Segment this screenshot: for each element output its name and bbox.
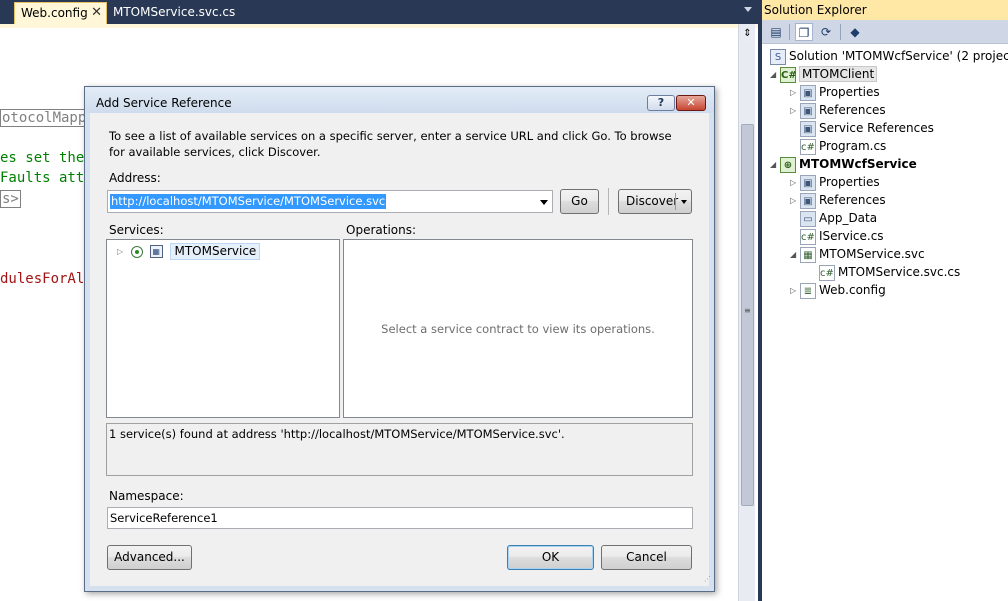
code-line: dulesForAl: [0, 271, 85, 287]
service-name: MTOMService: [170, 243, 261, 260]
grip-icon: ≡: [744, 306, 751, 315]
svc-file-icon: ▦: [800, 246, 816, 263]
tab-label: Web.config: [21, 6, 88, 20]
add-service-reference-dialog: Add Service Reference ? ✕ To see a list …: [84, 86, 715, 592]
expand-arrow-icon[interactable]: ▷: [790, 84, 800, 102]
toolbar-separator: [840, 24, 841, 40]
tree-item-program-cs[interactable]: c# Program.cs: [800, 137, 886, 155]
instructions-text: To see a list of available services on a…: [109, 129, 672, 159]
expand-arrow-icon[interactable]: ▷: [790, 174, 800, 192]
dialog-titlebar[interactable]: Add Service Reference ? ✕: [85, 87, 714, 113]
operations-list[interactable]: Select a service contract to view its op…: [343, 239, 693, 418]
code-line: s>: [0, 190, 21, 208]
web-project-icon: ⊕: [780, 156, 796, 173]
csharp-file-icon: c#: [800, 228, 816, 245]
show-all-files-icon[interactable]: ❐: [795, 23, 813, 41]
split-divider: [675, 193, 676, 210]
services-tree[interactable]: ▷ ▦ MTOMService: [106, 239, 340, 418]
collapse-arrow-icon[interactable]: ◢: [770, 66, 780, 84]
help-button[interactable]: ?: [647, 95, 675, 111]
close-tab-icon[interactable]: ✕: [91, 3, 102, 23]
expand-arrow-icon[interactable]: ▷: [117, 243, 127, 261]
dropdown-arrow-icon[interactable]: [681, 200, 687, 204]
csharp-file-icon: c#: [800, 138, 816, 155]
tree-item-references[interactable]: ▷ ▣ References: [790, 191, 886, 209]
code-line: es set the: [0, 150, 85, 166]
editor-vertical-scrollbar[interactable]: ⇕ ≡: [738, 24, 755, 601]
tree-item-mtomservice-svc-cs[interactable]: c# MTOMService.svc.cs: [819, 263, 960, 281]
service-status-icon: [130, 245, 143, 258]
folder-icon: ▭: [800, 210, 816, 227]
expand-arrow-icon[interactable]: ▷: [790, 102, 800, 120]
operations-label: Operations:: [346, 223, 417, 237]
tree-item-properties[interactable]: ▷ ▣ Properties: [790, 173, 880, 191]
collapse-arrow-icon[interactable]: ◢: [790, 246, 800, 264]
code-line: Faults att: [0, 170, 85, 186]
service-references-folder-icon: ▣: [800, 120, 816, 137]
csharp-file-icon: c#: [819, 264, 835, 281]
references-folder-icon: ▣: [800, 192, 816, 209]
address-combobox[interactable]: http://localhost/MTOMService/MTOMService…: [107, 190, 553, 213]
discover-button[interactable]: Discover: [618, 189, 692, 214]
tree-item-properties[interactable]: ▷ ▣ Properties: [790, 83, 880, 101]
operations-placeholder-text: Select a service contract to view its op…: [381, 322, 655, 336]
tree-item-service-references[interactable]: ▣ Service References: [800, 119, 934, 137]
close-button[interactable]: ✕: [676, 95, 706, 111]
cancel-button[interactable]: Cancel: [601, 545, 692, 570]
tree-item-iservice-cs[interactable]: c# IService.cs: [800, 227, 884, 245]
address-label: Address:: [109, 171, 161, 185]
status-panel: 1 service(s) found at address 'http://lo…: [106, 423, 693, 476]
solution-explorer-title: Solution Explorer: [762, 0, 1008, 20]
split-window-icon[interactable]: ⇕: [741, 26, 754, 42]
class-diagram-icon[interactable]: ◆: [846, 23, 864, 41]
tree-item-app-data[interactable]: ▭ App_Data: [800, 209, 877, 227]
resize-grip-icon[interactable]: ⋰: [700, 576, 711, 588]
code-line: otocolMapp: [0, 109, 89, 127]
tab-label: MTOMService.svc.cs: [113, 5, 236, 19]
tree-item-mtomservice-svc[interactable]: ◢ ▦ MTOMService.svc: [790, 245, 925, 263]
solution-icon: S: [770, 48, 786, 65]
expand-arrow-icon[interactable]: ▷: [790, 192, 800, 210]
status-text: 1 service(s) found at address 'http://lo…: [109, 427, 565, 441]
tree-item-references[interactable]: ▷ ▣ References: [790, 101, 886, 119]
scrollbar-thumb[interactable]: ≡: [741, 124, 754, 506]
service-icon: ▦: [149, 245, 163, 258]
collapse-arrow-icon[interactable]: ◢: [770, 156, 780, 174]
document-tab-strip: Web.config ✕ MTOMService.svc.cs: [0, 0, 758, 24]
tab-web-config[interactable]: Web.config ✕: [14, 2, 107, 24]
references-folder-icon: ▣: [800, 102, 816, 119]
solution-explorer-toolbar: ▤ ❐ ⟳ ◆: [762, 20, 1008, 44]
tree-item-mtomclient[interactable]: ◢ C# MTOMClient: [770, 65, 878, 84]
active-tab-underline: [0, 24, 758, 28]
dropdown-arrow-icon[interactable]: [540, 200, 548, 205]
ok-button[interactable]: OK: [507, 545, 594, 570]
dialog-title: Add Service Reference: [96, 96, 232, 110]
address-input-value[interactable]: http://localhost/MTOMService/MTOMService…: [110, 194, 387, 209]
tab-list-dropdown-icon[interactable]: [744, 7, 752, 12]
tab-mtomservice-svc-cs[interactable]: MTOMService.svc.cs: [107, 2, 241, 24]
refresh-icon[interactable]: ⟳: [817, 23, 835, 41]
services-label: Services:: [109, 223, 164, 237]
tree-item-solution[interactable]: S Solution 'MTOMWcfService' (2 projects): [770, 47, 1008, 65]
namespace-input[interactable]: [107, 507, 693, 529]
service-node-mtomservice[interactable]: ▷ ▦ MTOMService: [117, 242, 261, 261]
properties-icon[interactable]: ▤: [767, 23, 785, 41]
properties-folder-icon: ▣: [800, 174, 816, 191]
namespace-label: Namespace:: [109, 489, 184, 503]
separator: [608, 188, 609, 215]
toolbar-separator: [789, 24, 790, 40]
advanced-button[interactable]: Advanced...: [107, 545, 192, 570]
discover-label: Discover: [626, 194, 679, 208]
config-file-icon: ≣: [800, 282, 816, 299]
go-button[interactable]: Go: [560, 189, 599, 214]
properties-folder-icon: ▣: [800, 84, 816, 101]
expand-arrow-icon[interactable]: ▷: [790, 282, 800, 300]
csharp-project-icon: C#: [780, 66, 797, 83]
solution-explorer-panel: Solution Explorer ▤ ❐ ⟳ ◆ S Solution 'MTO…: [762, 0, 1008, 601]
tree-item-mtomwcfservice[interactable]: ◢ ⊕ MTOMWcfService: [770, 155, 917, 173]
tree-item-web-config[interactable]: ▷ ≣ Web.config: [790, 281, 886, 299]
